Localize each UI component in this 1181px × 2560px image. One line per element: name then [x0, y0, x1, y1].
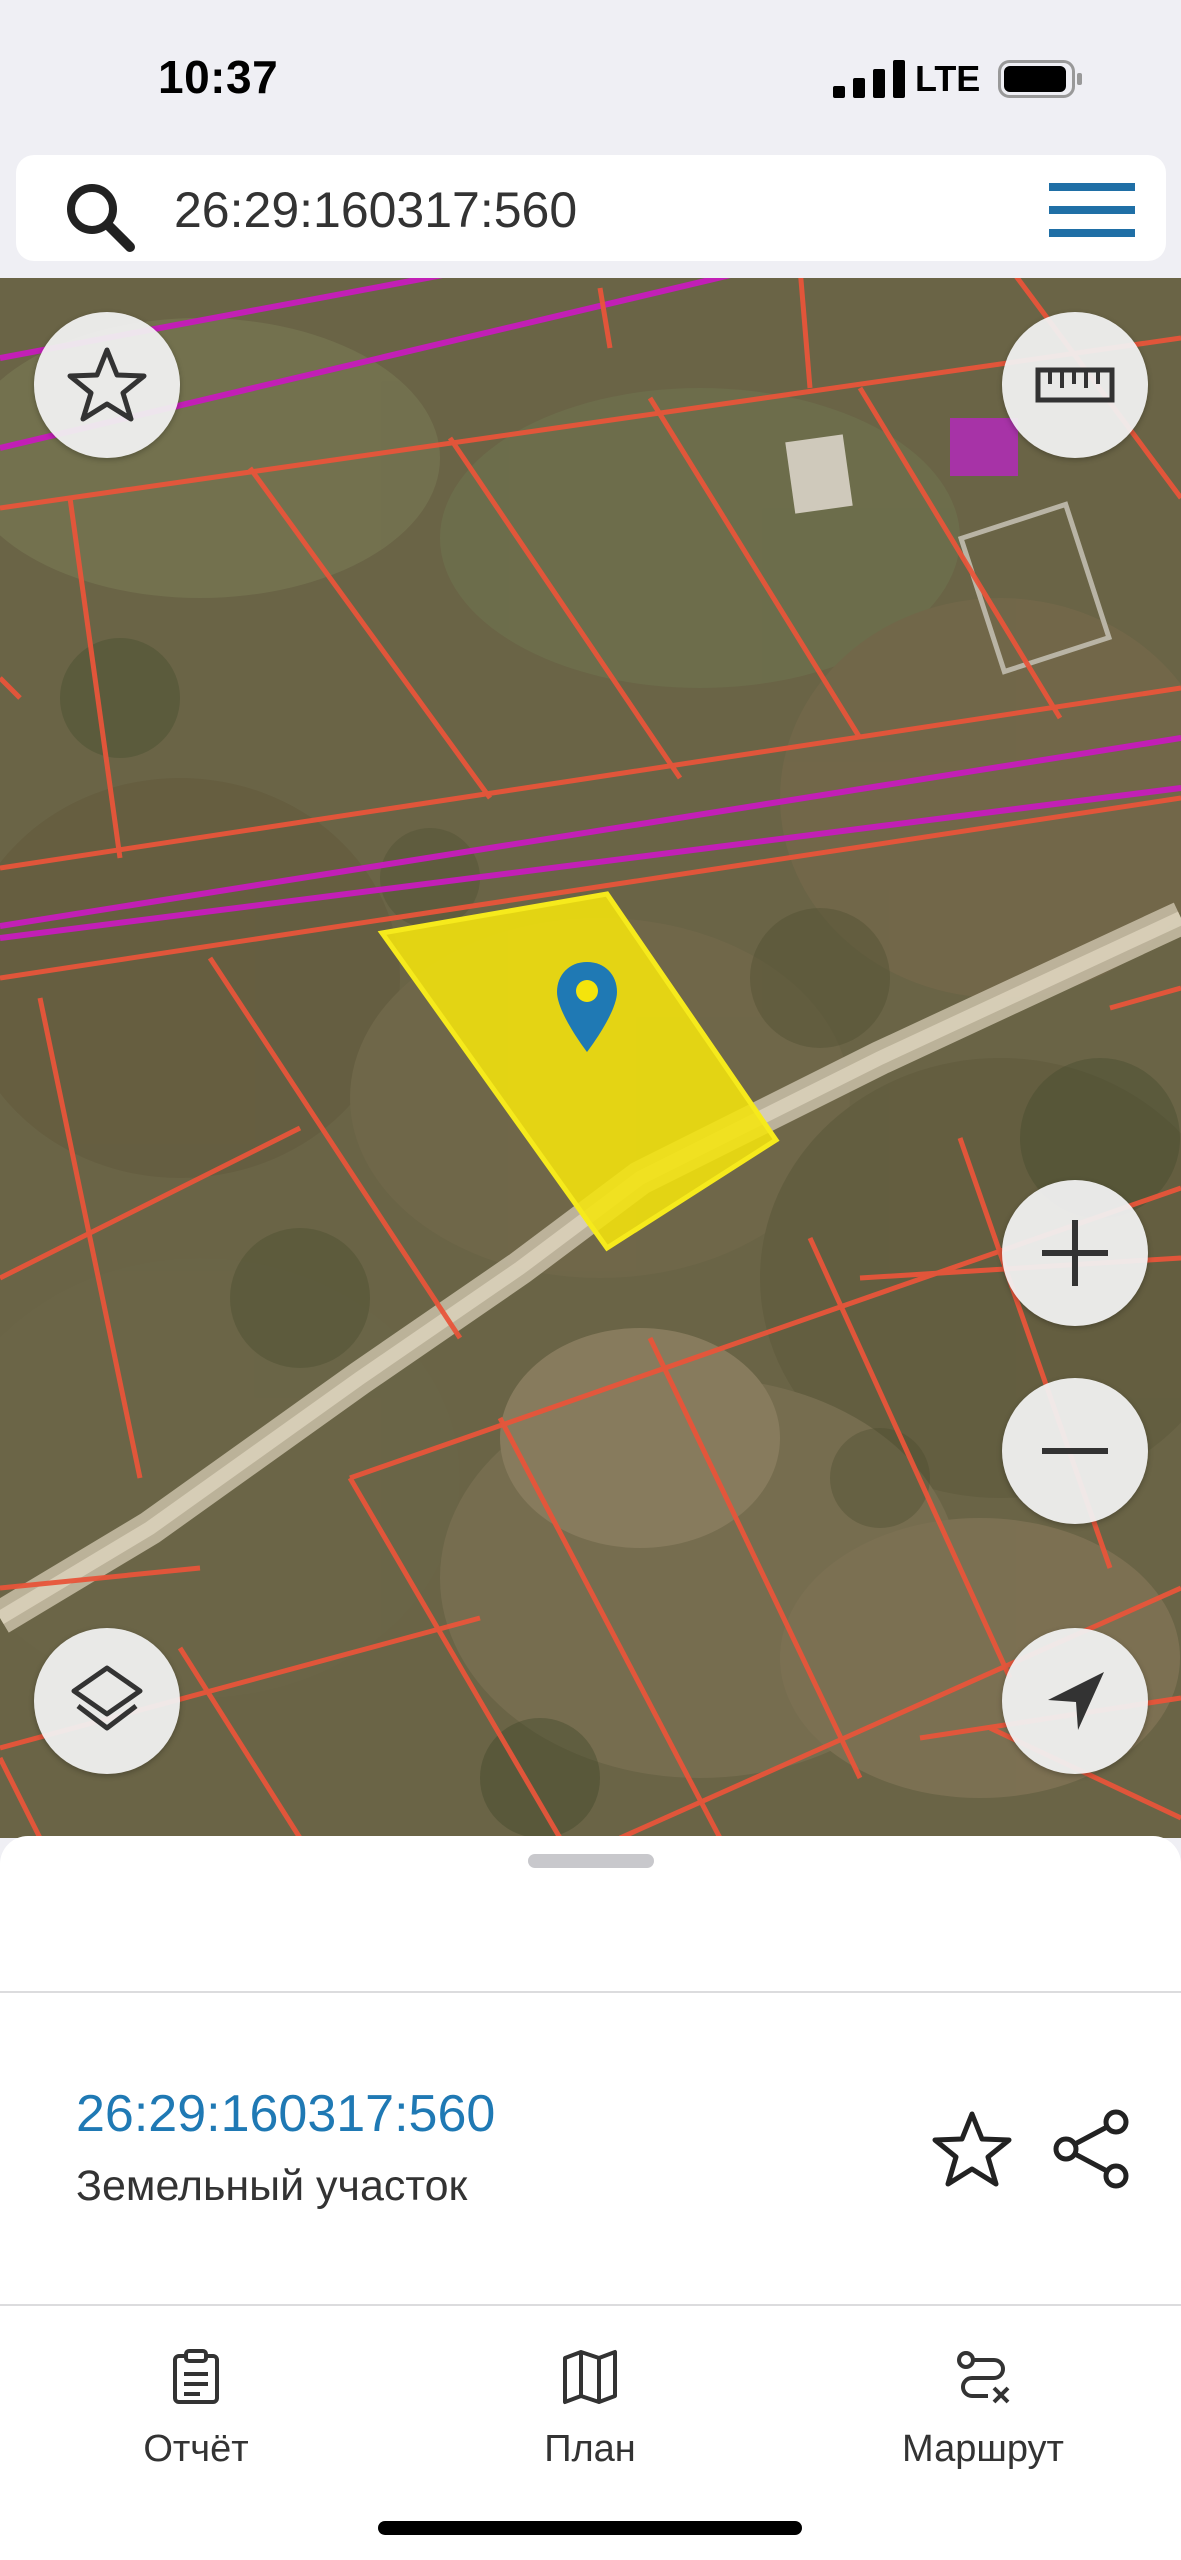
sheet-drag-handle[interactable]: [528, 1854, 654, 1868]
battery-icon: [998, 60, 1082, 98]
clipboard-icon: [173, 2349, 219, 2404]
search-bar[interactable]: 26:29:160317:560: [16, 155, 1166, 261]
plus-icon: [1042, 1220, 1108, 1286]
zoom-out-button[interactable]: [1002, 1378, 1148, 1524]
map-icon: [563, 2350, 617, 2404]
satellite-map[interactable]: [0, 278, 1181, 1838]
route-icon: [957, 2351, 1010, 2404]
my-location-button[interactable]: [1002, 1628, 1148, 1774]
ruler-button[interactable]: [1002, 312, 1148, 458]
zoom-in-button[interactable]: [1002, 1180, 1148, 1326]
status-time: 10:37: [158, 51, 279, 103]
tab-route[interactable]: Маршрут: [853, 2348, 1113, 2471]
layers-button[interactable]: [34, 1628, 180, 1774]
search-input[interactable]: 26:29:160317:560: [174, 181, 577, 239]
tab-plan-label: План: [544, 2428, 636, 2470]
star-icon: [67, 347, 147, 422]
tab-route-label: Маршрут: [902, 2428, 1064, 2470]
minus-icon: [1042, 1448, 1108, 1454]
location-arrow-icon: [1048, 1672, 1104, 1730]
tab-report-label: Отчёт: [143, 2428, 249, 2470]
parcel-bottom-sheet[interactable]: 26:29:160317:560 Земельный участок Отчёт: [0, 1836, 1181, 2560]
parcel-cadastral-number[interactable]: 26:29:160317:560: [76, 2084, 495, 2144]
divider: [0, 2304, 1181, 2306]
search-icon[interactable]: [60, 177, 140, 257]
ruler-icon: [1035, 367, 1115, 403]
status-bar: 10:37 LTE: [0, 0, 1181, 150]
divider: [0, 1991, 1181, 1993]
tab-plan[interactable]: План: [460, 2348, 720, 2471]
layers-icon: [71, 1665, 143, 1731]
map-pin-icon[interactable]: [552, 958, 622, 1058]
signal-icon: [833, 60, 905, 98]
share-icon[interactable]: [1050, 2108, 1132, 2190]
star-icon[interactable]: [930, 2108, 1014, 2192]
home-indicator: [378, 2521, 802, 2535]
menu-icon[interactable]: [1049, 177, 1135, 243]
favorite-button[interactable]: [34, 312, 180, 458]
parcel-type: Земельный участок: [76, 2162, 468, 2210]
tab-report[interactable]: Отчёт: [66, 2348, 326, 2471]
map-view[interactable]: [0, 278, 1181, 1838]
bottom-tab-bar: Отчёт План Маршрут: [0, 2308, 1181, 2508]
network-type: LTE: [915, 58, 981, 99]
